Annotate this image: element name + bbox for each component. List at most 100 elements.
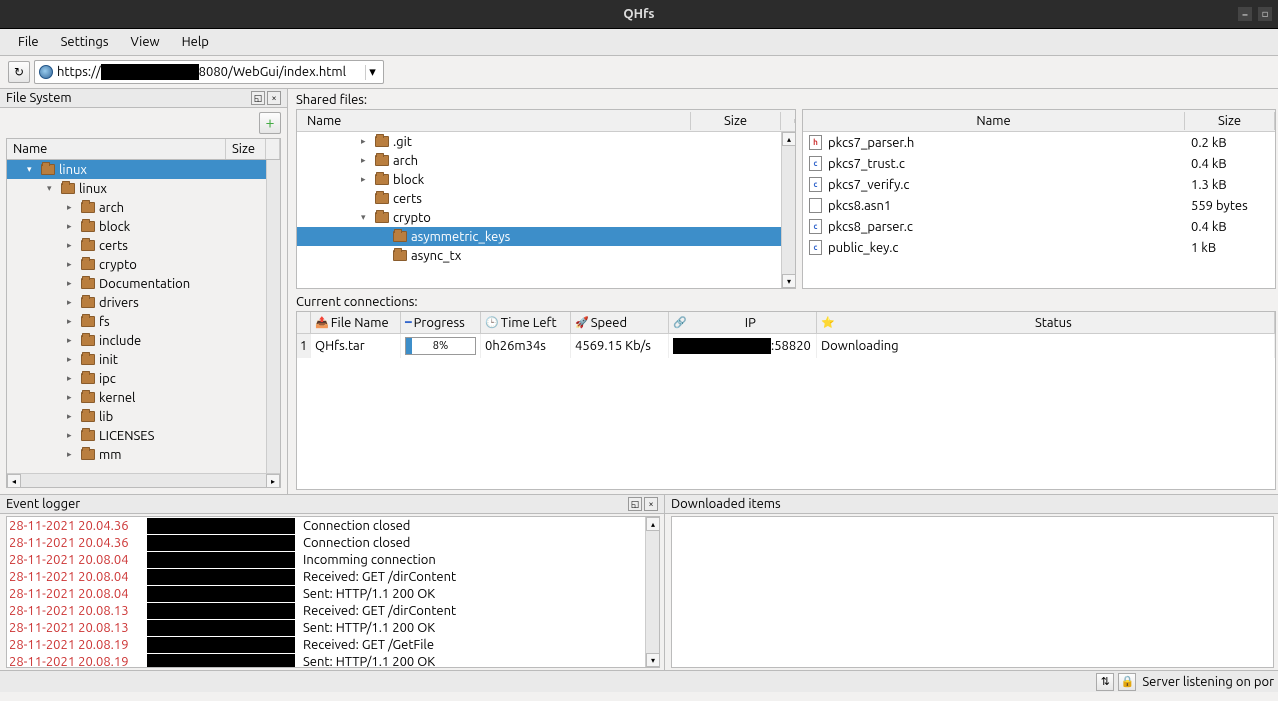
- log-row: 28-11-2021 20.08.19Sent: HTTP/1.1 200 OK: [7, 653, 659, 668]
- col-speed[interactable]: 🚀Speed: [571, 312, 669, 333]
- shared-tree[interactable]: ▸.git▸arch▸blockcerts▾cryptoasymmetric_k…: [297, 132, 795, 288]
- tree-item[interactable]: asymmetric_keys: [297, 227, 795, 246]
- col-size[interactable]: Size: [226, 139, 266, 159]
- menu-file[interactable]: File: [8, 33, 49, 51]
- file-list[interactable]: hpkcs7_parser.h0.2 kBcpkcs7_trust.c0.4 k…: [803, 132, 1275, 288]
- redacted-ip: [147, 569, 295, 585]
- tree-item[interactable]: ▸.git: [297, 132, 795, 151]
- menu-settings[interactable]: Settings: [51, 33, 119, 51]
- folder-icon: [375, 212, 389, 223]
- col-name[interactable]: Name: [297, 112, 691, 130]
- folder-icon: [41, 164, 55, 175]
- close-pane-icon[interactable]: ×: [644, 497, 658, 511]
- col-progress[interactable]: ━Progress: [401, 312, 481, 333]
- tree-item[interactable]: ▸crypto: [7, 255, 280, 274]
- statusbar: ⇅ 🔒 Server listening on por: [0, 670, 1278, 692]
- downloaded-label: Downloaded items: [671, 497, 781, 511]
- url-dropdown[interactable]: ▾: [365, 65, 379, 80]
- log-row: 28-11-2021 20.08.19Received: GET /GetFil…: [7, 636, 659, 653]
- folder-icon: [81, 259, 95, 270]
- redacted-ip: [147, 603, 295, 619]
- scrollbar[interactable]: ▴▾: [781, 132, 795, 288]
- folder-icon: [81, 202, 95, 213]
- list-item[interactable]: cpkcs7_verify.c1.3 kB: [803, 174, 1275, 195]
- scrollbar-h[interactable]: ◂▸: [7, 473, 280, 487]
- list-item[interactable]: hpkcs7_parser.h0.2 kB: [803, 132, 1275, 153]
- tree-item[interactable]: ▸drivers: [7, 293, 280, 312]
- table-row[interactable]: 1QHfs.tar8%0h26m34s4569.15 Kb/s:58820Dow…: [297, 334, 1275, 358]
- filesystem-label: File System: [6, 91, 72, 105]
- folder-icon: [81, 430, 95, 441]
- window-title: QHfs: [623, 7, 654, 21]
- detach-icon[interactable]: ◱: [628, 497, 642, 511]
- redacted-ip: [147, 654, 295, 669]
- col-ip[interactable]: 🔗IP: [669, 312, 817, 333]
- col-size[interactable]: Size: [691, 112, 781, 130]
- tree-item[interactable]: ▸block: [297, 170, 795, 189]
- folder-icon: [393, 250, 407, 261]
- tree-item[interactable]: ▸ipc: [7, 369, 280, 388]
- tree-item[interactable]: ▸certs: [7, 236, 280, 255]
- tree-item[interactable]: ▸include: [7, 331, 280, 350]
- col-name[interactable]: Name: [7, 139, 226, 159]
- tree-item[interactable]: ▸LICENSES: [7, 426, 280, 445]
- redacted-host: [101, 64, 199, 80]
- log-row: 28-11-2021 20.08.04Received: GET /dirCon…: [7, 568, 659, 585]
- list-item[interactable]: cpkcs8_parser.c0.4 kB: [803, 216, 1275, 237]
- maximize-button[interactable]: ▫: [1258, 7, 1272, 21]
- col-timeleft[interactable]: 🕒Time Left: [481, 312, 571, 333]
- close-pane-icon[interactable]: ×: [267, 91, 281, 105]
- col-size[interactable]: Size: [1185, 112, 1275, 130]
- tree-item[interactable]: ▸arch: [297, 151, 795, 170]
- menu-help[interactable]: Help: [172, 33, 219, 51]
- tree-item[interactable]: ▸lib: [7, 407, 280, 426]
- list-item[interactable]: pkcs8.asn1559 bytes: [803, 195, 1275, 216]
- file-icon: c: [809, 177, 822, 192]
- tree-item[interactable]: ▾crypto: [297, 208, 795, 227]
- tree-item[interactable]: ▸block: [7, 217, 280, 236]
- tree-item[interactable]: certs: [297, 189, 795, 208]
- downloaded-list[interactable]: [671, 516, 1274, 668]
- scrollbar[interactable]: [266, 160, 280, 473]
- tree-item[interactable]: ▸mm: [7, 445, 280, 464]
- event-log[interactable]: 28-11-2021 20.04.36Connection closed28-1…: [6, 516, 660, 668]
- urlbar: ↻ https://8080/WebGui/index.html ▾: [0, 56, 1278, 89]
- network-icon[interactable]: ⇅: [1096, 673, 1114, 691]
- folder-icon: [81, 449, 95, 460]
- shared-label: Shared files:: [296, 93, 1278, 107]
- tree-item[interactable]: ▸Documentation: [7, 274, 280, 293]
- redacted-ip: [147, 586, 295, 602]
- redacted-ip: [147, 637, 295, 653]
- url-input[interactable]: https://8080/WebGui/index.html ▾: [34, 60, 384, 84]
- list-item[interactable]: cpkcs7_trust.c0.4 kB: [803, 153, 1275, 174]
- minimize-button[interactable]: –: [1238, 7, 1252, 21]
- col-filename[interactable]: 📤File Name: [311, 312, 401, 333]
- menu-view[interactable]: View: [121, 33, 170, 51]
- list-item[interactable]: cpublic_key.c1 kB: [803, 237, 1275, 258]
- refresh-button[interactable]: ↻: [8, 61, 30, 83]
- tree-item[interactable]: ▸fs: [7, 312, 280, 331]
- folder-icon: [81, 354, 95, 365]
- connections-table: 📤File Name ━Progress 🕒Time Left 🚀Speed 🔗…: [296, 311, 1276, 490]
- col-status[interactable]: ⭐Status: [817, 312, 1275, 333]
- tree-item[interactable]: ▾linux: [7, 179, 280, 198]
- redacted-ip: [147, 552, 295, 568]
- folder-icon: [375, 136, 389, 147]
- filesystem-tree[interactable]: ▾linux ▾linux ▸arch▸block▸certs▸crypto▸D…: [7, 160, 280, 473]
- folder-icon: [81, 240, 95, 251]
- folder-icon: [375, 155, 389, 166]
- tree-item[interactable]: ▸kernel: [7, 388, 280, 407]
- col-name[interactable]: Name: [803, 112, 1185, 130]
- file-icon: c: [809, 240, 822, 255]
- scrollbar[interactable]: ▴▾: [645, 517, 659, 667]
- add-button[interactable]: +: [259, 112, 281, 134]
- tree-item[interactable]: ▸init: [7, 350, 280, 369]
- detach-icon[interactable]: ◱: [251, 91, 265, 105]
- tree-item[interactable]: ▸arch: [7, 198, 280, 217]
- tree-root[interactable]: ▾linux: [7, 160, 280, 179]
- folder-icon: [81, 373, 95, 384]
- progress-bar: 8%: [405, 337, 476, 355]
- tree-item[interactable]: async_tx: [297, 246, 795, 265]
- folder-icon: [81, 316, 95, 327]
- lock-icon[interactable]: 🔒: [1118, 673, 1136, 691]
